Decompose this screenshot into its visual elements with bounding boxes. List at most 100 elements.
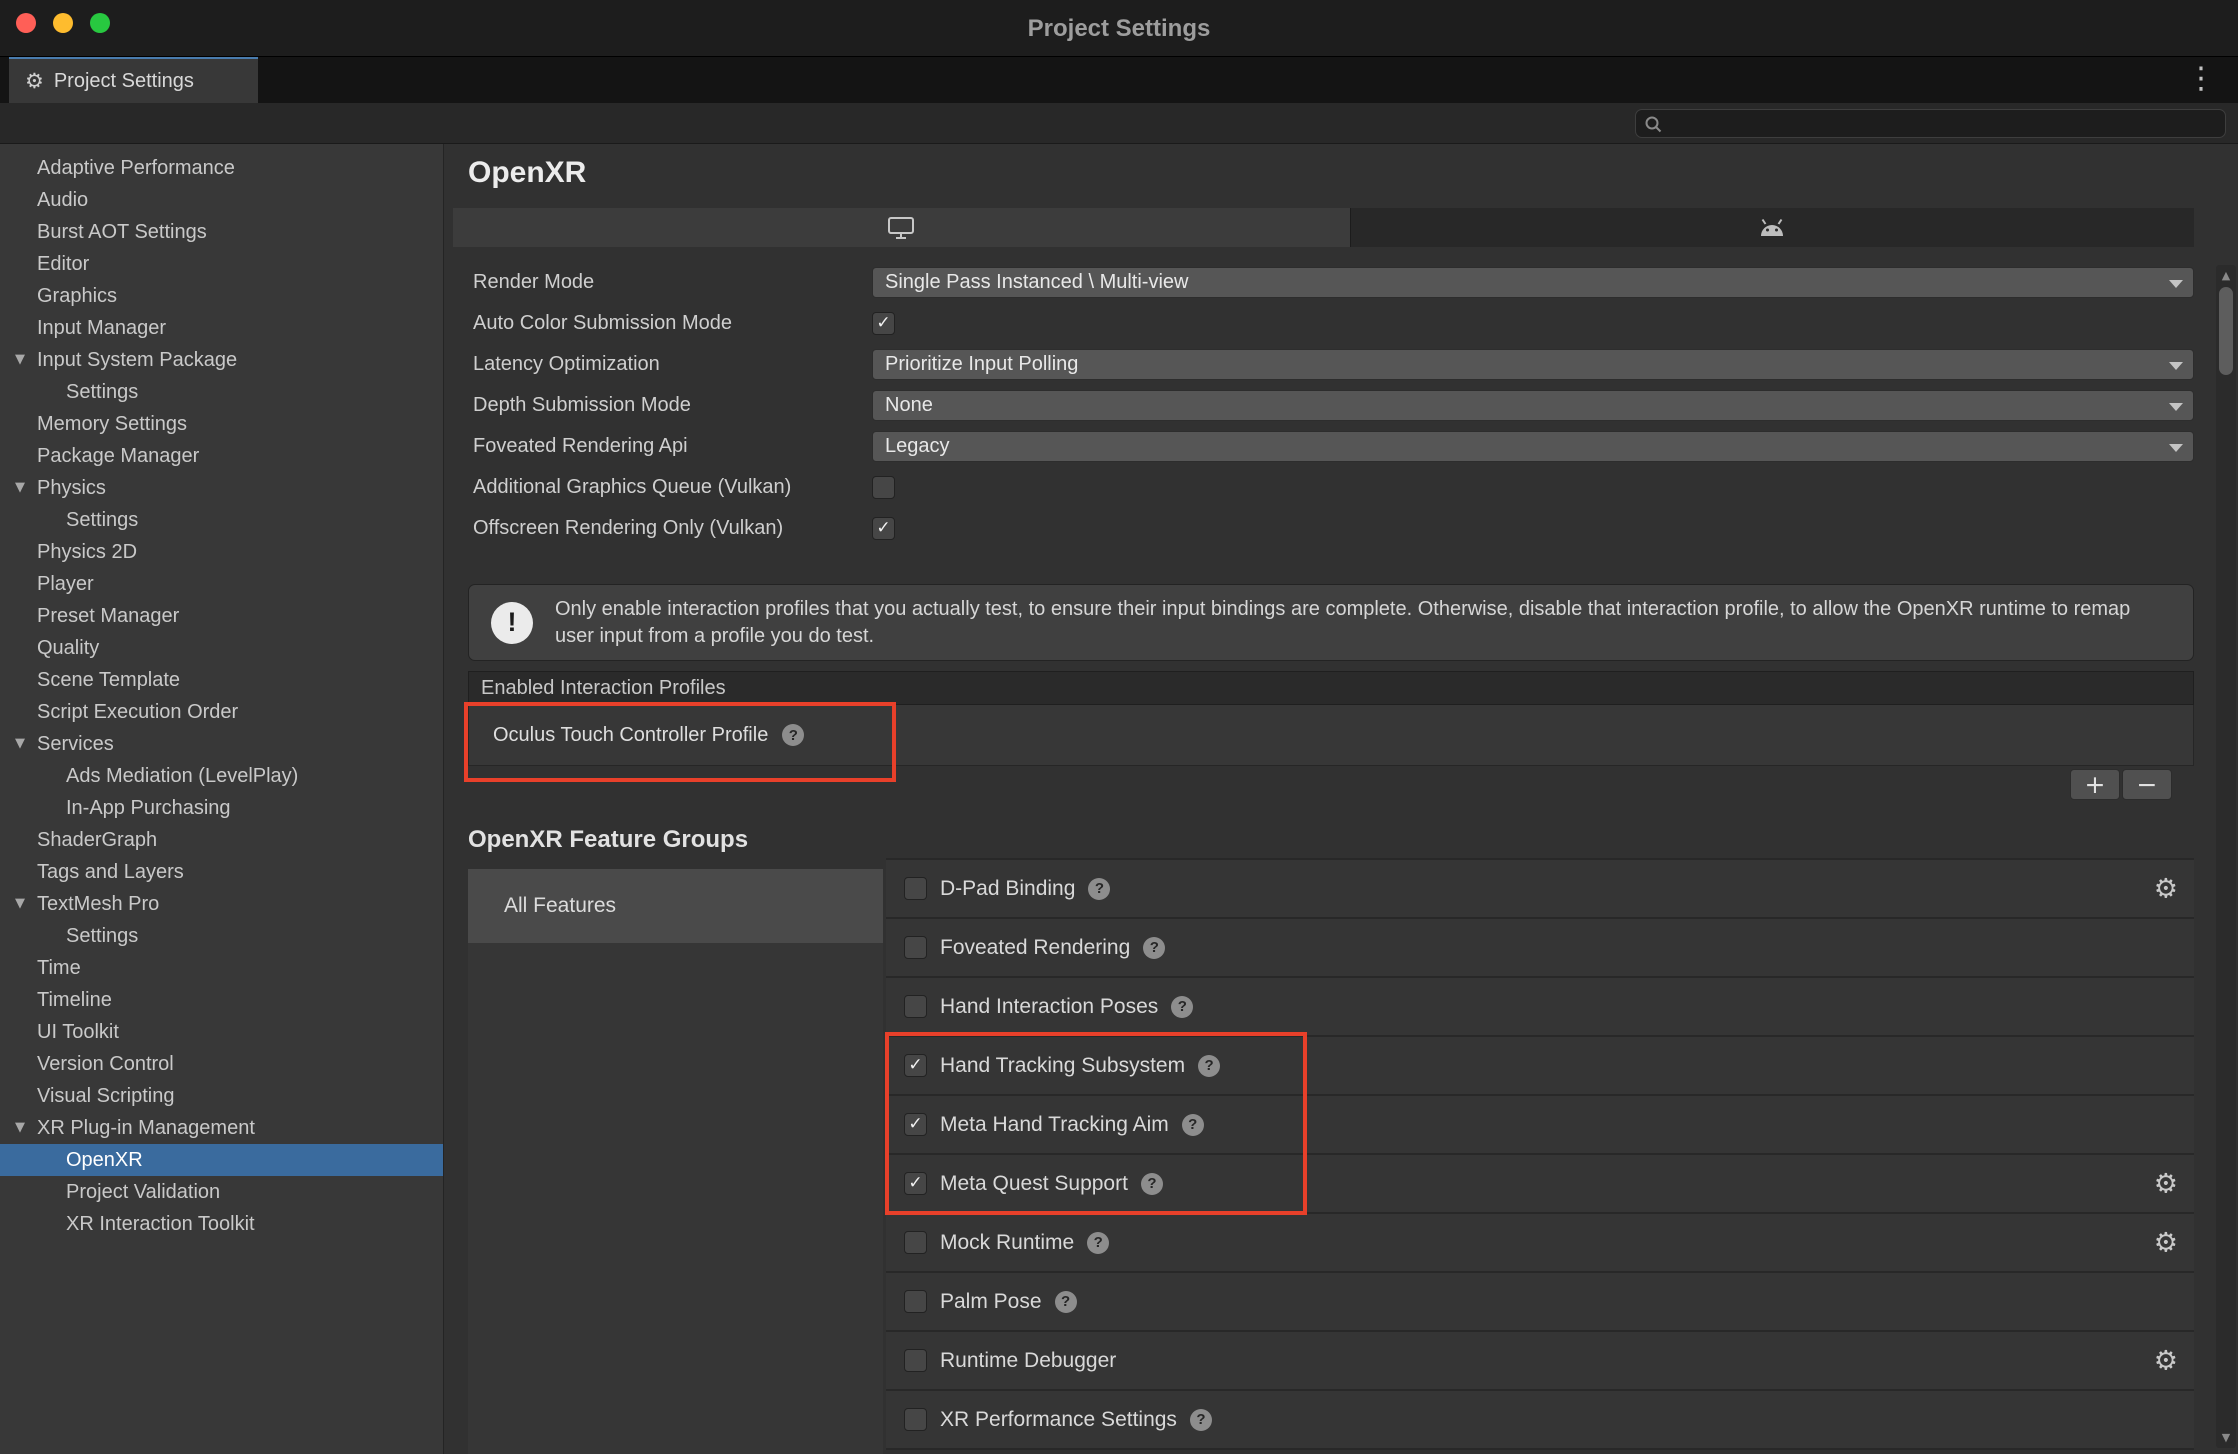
- tab-project-settings[interactable]: ⚙ Project Settings: [9, 57, 258, 103]
- help-icon[interactable]: ?: [1141, 1173, 1163, 1195]
- search-input[interactable]: [1668, 113, 2217, 134]
- help-icon[interactable]: ?: [1087, 1232, 1109, 1254]
- scroll-up-icon[interactable]: ▲: [2216, 269, 2236, 282]
- sidebar-item-settings[interactable]: ▼ Settings: [0, 920, 443, 952]
- sidebar-item-audio[interactable]: ▼ Audio: [0, 184, 443, 216]
- sidebar-item-scene-template[interactable]: ▼ Scene Template: [0, 664, 443, 696]
- help-icon[interactable]: ?: [782, 724, 804, 746]
- dropdown-value: Single Pass Instanced \ Multi-view: [885, 271, 1188, 294]
- sidebar-item-input-system-package[interactable]: ▼ Input System Package: [0, 344, 443, 376]
- auto-color-submission-mode-checkbox[interactable]: ✓: [872, 312, 895, 335]
- setting-row-latency-optimization: Latency Optimization Prioritize Input Po…: [468, 349, 2194, 380]
- meta-quest-support-checkbox[interactable]: ✓: [904, 1172, 927, 1195]
- help-icon[interactable]: ?: [1143, 937, 1165, 959]
- sidebar-item-player[interactable]: ▼ Player: [0, 568, 443, 600]
- latency-optimization-dropdown[interactable]: Prioritize Input Polling: [872, 349, 2194, 380]
- kebab-menu-icon[interactable]: ⋮: [2178, 57, 2224, 103]
- sidebar-item-shadergraph[interactable]: ▼ ShaderGraph: [0, 824, 443, 856]
- sidebar-item-memory-settings[interactable]: ▼ Memory Settings: [0, 408, 443, 440]
- feature-label: Palm Pose: [940, 1290, 1042, 1314]
- setting-row-offscreen-rendering-only-vulkan: Offscreen Rendering Only (Vulkan) ✓: [468, 513, 2194, 544]
- sidebar-item-physics[interactable]: ▼ Physics: [0, 472, 443, 504]
- sidebar-item-package-manager[interactable]: ▼ Package Manager: [0, 440, 443, 472]
- meta-hand-tracking-aim-checkbox[interactable]: ✓: [904, 1113, 927, 1136]
- sidebar-item-settings[interactable]: ▼ Settings: [0, 504, 443, 536]
- sidebar-item-time[interactable]: ▼ Time: [0, 952, 443, 984]
- gear-icon[interactable]: ⚙: [2154, 875, 2178, 902]
- expander-triangle-icon[interactable]: ▼: [8, 344, 32, 376]
- vertical-scrollbar[interactable]: ▲ ▼: [2216, 265, 2236, 1448]
- setting-value: ✓: [872, 476, 2194, 499]
- sidebar-item-in-app-purchasing[interactable]: ▼ In-App Purchasing: [0, 792, 443, 824]
- help-icon[interactable]: ?: [1182, 1114, 1204, 1136]
- sidebar-item-project-validation[interactable]: ▼ Project Validation: [0, 1176, 443, 1208]
- setting-value: ✓: [872, 517, 2194, 540]
- interaction-profiles-title: Enabled Interaction Profiles: [481, 677, 726, 700]
- help-icon[interactable]: ?: [1055, 1291, 1077, 1313]
- help-icon[interactable]: ?: [1088, 878, 1110, 900]
- palm-pose-checkbox[interactable]: ✓: [904, 1290, 927, 1313]
- d-pad-binding-checkbox[interactable]: ✓: [904, 877, 927, 900]
- mock-runtime-checkbox[interactable]: ✓: [904, 1231, 927, 1254]
- tab-platform-desktop[interactable]: [453, 208, 1350, 247]
- help-icon[interactable]: ?: [1190, 1409, 1212, 1431]
- profile-oculus-touch-controller[interactable]: Oculus Touch Controller Profile ?: [469, 705, 2193, 765]
- group-all-features[interactable]: All Features: [468, 869, 883, 943]
- sidebar-item-visual-scripting[interactable]: ▼ Visual Scripting: [0, 1080, 443, 1112]
- sidebar-item-preset-manager[interactable]: ▼ Preset Manager: [0, 600, 443, 632]
- sidebar-item-adaptive-performance[interactable]: ▼ Adaptive Performance: [0, 152, 443, 184]
- sidebar-item-label: Audio: [37, 189, 88, 211]
- sidebar-item-services[interactable]: ▼ Services: [0, 728, 443, 760]
- expander-triangle-icon[interactable]: ▼: [8, 888, 32, 920]
- sidebar-item-openxr[interactable]: ▼ OpenXR: [0, 1144, 443, 1176]
- feature-row-meta-hand-tracking-aim: ✓ Meta Hand Tracking Aim ? ⚙: [886, 1096, 2194, 1155]
- offscreen-rendering-only-vulkan-checkbox[interactable]: ✓: [872, 517, 895, 540]
- gear-icon[interactable]: ⚙: [2154, 1170, 2178, 1197]
- additional-graphics-queue-vulkan-checkbox[interactable]: ✓: [872, 476, 895, 499]
- feature-label: D-Pad Binding: [940, 877, 1075, 901]
- tab-platform-android[interactable]: [1350, 208, 2194, 247]
- sidebar-item-ui-toolkit[interactable]: ▼ UI Toolkit: [0, 1016, 443, 1048]
- sidebar-item-script-execution-order[interactable]: ▼ Script Execution Order: [0, 696, 443, 728]
- sidebar-item-version-control[interactable]: ▼ Version Control: [0, 1048, 443, 1080]
- window-title: Project Settings: [0, 0, 2238, 57]
- gear-icon[interactable]: ⚙: [2154, 1347, 2178, 1374]
- sidebar-item-xr-interaction-toolkit[interactable]: ▼ XR Interaction Toolkit: [0, 1208, 443, 1240]
- help-icon[interactable]: ?: [1171, 996, 1193, 1018]
- foveated-rendering-api-dropdown[interactable]: Legacy: [872, 431, 2194, 462]
- sidebar-item-timeline[interactable]: ▼ Timeline: [0, 984, 443, 1016]
- gear-icon[interactable]: ⚙: [2154, 1229, 2178, 1256]
- runtime-debugger-checkbox[interactable]: ✓: [904, 1349, 927, 1372]
- sidebar-item-label: Visual Scripting: [37, 1085, 174, 1107]
- xr-performance-settings-checkbox[interactable]: ✓: [904, 1408, 927, 1431]
- sidebar-item-textmesh-pro[interactable]: ▼ TextMesh Pro: [0, 888, 443, 920]
- sidebar-item-ads-mediation-levelplay[interactable]: ▼ Ads Mediation (LevelPlay): [0, 760, 443, 792]
- expander-triangle-icon[interactable]: ▼: [8, 472, 32, 504]
- sidebar-item-input-manager[interactable]: ▼ Input Manager: [0, 312, 443, 344]
- hand-interaction-poses-checkbox[interactable]: ✓: [904, 995, 927, 1018]
- sidebar-item-burst-aot-settings[interactable]: ▼ Burst AOT Settings: [0, 216, 443, 248]
- foveated-rendering-checkbox[interactable]: ✓: [904, 936, 927, 959]
- sidebar-item-label: Editor: [37, 253, 89, 275]
- sidebar-item-physics-2d[interactable]: ▼ Physics 2D: [0, 536, 443, 568]
- sidebar-item-tags-and-layers[interactable]: ▼ Tags and Layers: [0, 856, 443, 888]
- hand-tracking-subsystem-checkbox[interactable]: ✓: [904, 1054, 927, 1077]
- feature-label: Meta Hand Tracking Aim: [940, 1113, 1169, 1137]
- render-mode-dropdown[interactable]: Single Pass Instanced \ Multi-view: [872, 267, 2194, 298]
- sidebar-item-quality[interactable]: ▼ Quality: [0, 632, 443, 664]
- search-box[interactable]: [1635, 109, 2226, 138]
- scroll-down-icon[interactable]: ▼: [2216, 1431, 2236, 1444]
- sidebar-item-xr-plug-in-management[interactable]: ▼ XR Plug-in Management: [0, 1112, 443, 1144]
- scrollbar-thumb[interactable]: [2219, 287, 2233, 375]
- remove-profile-button[interactable]: −: [2122, 769, 2172, 800]
- sidebar-item-settings[interactable]: ▼ Settings: [0, 376, 443, 408]
- help-icon[interactable]: ?: [1198, 1055, 1220, 1077]
- features-list: ✓ D-Pad Binding ? ⚙ ✓ Foveated Rendering…: [886, 858, 2194, 1450]
- expander-triangle-icon[interactable]: ▼: [8, 728, 32, 760]
- depth-submission-mode-dropdown[interactable]: None: [872, 390, 2194, 421]
- sidebar-item-label: Input System Package: [37, 349, 237, 371]
- add-profile-button[interactable]: +: [2070, 769, 2120, 800]
- expander-triangle-icon[interactable]: ▼: [8, 1112, 32, 1144]
- sidebar-item-graphics[interactable]: ▼ Graphics: [0, 280, 443, 312]
- sidebar-item-editor[interactable]: ▼ Editor: [0, 248, 443, 280]
